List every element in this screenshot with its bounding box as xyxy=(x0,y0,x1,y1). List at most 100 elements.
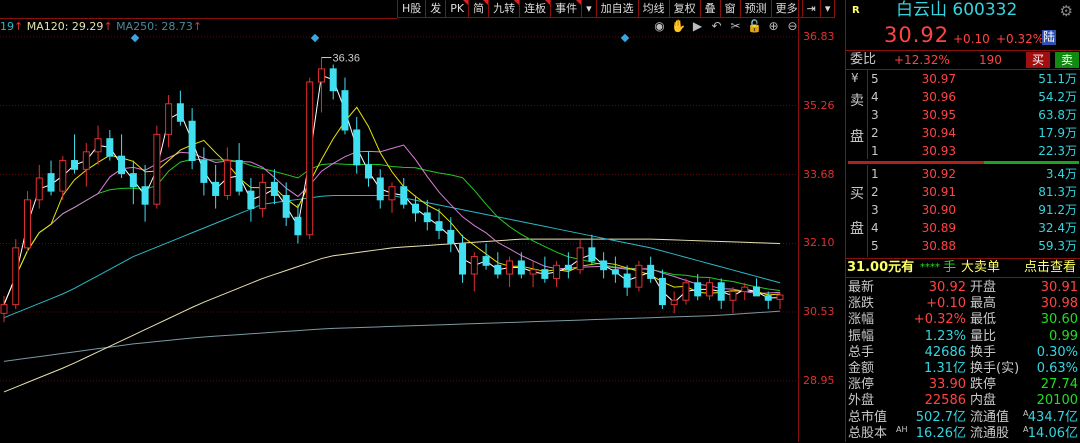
volume: 91.2万 xyxy=(1038,203,1077,217)
volume: 3.4万 xyxy=(1045,167,1077,181)
toolbar-button[interactable]: 复权 xyxy=(670,0,701,17)
candle-body xyxy=(317,68,325,83)
candle-body xyxy=(12,247,20,306)
y-tick-label: 35.26 xyxy=(803,98,835,112)
candle-body xyxy=(35,177,43,201)
candle-body xyxy=(247,190,255,210)
y-tick-label: 28.95 xyxy=(803,374,835,387)
weibi-label: 委比 xyxy=(850,52,877,67)
level: 4 xyxy=(871,90,879,104)
y-tick-label: 36.83 xyxy=(803,30,835,43)
stat-value: 16.26亿 xyxy=(915,425,966,441)
hand-icon[interactable]: ✋ xyxy=(671,19,686,33)
order-book-row: 3 30.90 91.2万 xyxy=(846,201,1080,219)
level: 5 xyxy=(871,72,879,86)
toolbar-button[interactable]: 事件 xyxy=(551,0,583,17)
big-order-hand: 手 xyxy=(943,260,957,275)
buy-button[interactable]: 买 xyxy=(1026,52,1050,68)
stat-row: 总股本 AH 16.26亿 流通股 A 14.06亿 xyxy=(846,425,1080,443)
candle-body xyxy=(647,264,655,279)
candle-body xyxy=(435,221,443,231)
up-arrow-icon: ↑ xyxy=(103,20,113,33)
event-marker-icon[interactable] xyxy=(310,33,320,43)
candlestick-chart[interactable]: 36.36 xyxy=(0,0,845,442)
lock-icon[interactable]: 🔓 xyxy=(747,19,762,33)
toolbar-button[interactable]: ▾ xyxy=(821,0,836,17)
volume: 81.3万 xyxy=(1038,185,1077,199)
big-order-row[interactable]: 31.00元有 **** 手 大卖单 点击查看 xyxy=(846,259,1080,277)
toolbar-button[interactable]: 连板 xyxy=(520,0,552,17)
toolbar-button[interactable]: 预测 xyxy=(741,0,772,17)
y-tick-label: 33.68 xyxy=(803,167,835,181)
toolbar-button[interactable]: H股 xyxy=(398,0,427,17)
level: 4 xyxy=(871,221,879,235)
candle-body xyxy=(423,212,431,223)
toolbar-button[interactable]: 叠 xyxy=(701,0,721,17)
candle-body xyxy=(670,299,678,306)
candle-body xyxy=(388,186,396,201)
view-link[interactable]: 点击查看 xyxy=(1024,259,1076,277)
price: 30.89 xyxy=(921,221,956,235)
play-icon[interactable]: ▶ xyxy=(690,19,705,33)
last-price: 30.92 xyxy=(884,23,950,47)
candle-body xyxy=(270,181,278,196)
volume: 63.8万 xyxy=(1038,108,1077,122)
candle-body xyxy=(412,203,420,214)
candle-body xyxy=(506,260,514,275)
toolbar-button[interactable]: 均线 xyxy=(639,0,670,17)
bid-ratio-bar xyxy=(984,161,1079,164)
stat-label: 流通股 xyxy=(970,425,1010,441)
toolbar-button[interactable]: 加自选 xyxy=(597,0,639,17)
order-book-row: 3 30.95 63.8万 xyxy=(846,106,1080,124)
weicha-value: 190 xyxy=(979,53,1002,67)
quote-panel: R 白云山 600332 ⚙ 30.92 +0.10 +0.32% 陆 委比 +… xyxy=(845,0,1080,442)
candle-body xyxy=(364,164,372,179)
sell-button[interactable]: 卖 xyxy=(1055,52,1079,68)
candle-body xyxy=(529,269,537,275)
axis-divider xyxy=(798,0,799,442)
candle-body xyxy=(694,282,702,297)
gear-icon[interactable]: ⚙ xyxy=(1060,2,1073,20)
candle-body xyxy=(165,103,173,135)
price-change-pct: +0.32% xyxy=(996,32,1045,46)
price: 30.90 xyxy=(921,203,956,217)
candle-body xyxy=(576,247,584,271)
candle-body xyxy=(776,294,784,300)
legend-partial: 19 xyxy=(0,20,14,33)
order-book-row: 1 30.93 22.3万 xyxy=(846,142,1080,160)
toolbar-button[interactable]: 简 xyxy=(469,0,490,17)
level: 5 xyxy=(871,239,879,253)
candle-body xyxy=(24,199,32,249)
toolbar-button[interactable]: ▾ xyxy=(582,0,597,17)
level: 3 xyxy=(871,108,879,122)
legend-ma120: MA120: 29.29 xyxy=(26,20,104,33)
eye-icon[interactable]: ◉ xyxy=(652,19,667,33)
order-book-row: 4 30.89 32.4万 xyxy=(846,219,1080,237)
y-tick-label: 32.10 xyxy=(803,236,835,250)
candle-body xyxy=(235,160,243,192)
candle-body xyxy=(553,264,561,279)
scissors-icon[interactable]: ✂ xyxy=(728,19,743,33)
candle-body xyxy=(658,277,666,306)
toolbar-button[interactable]: PK xyxy=(446,0,470,17)
price: 30.95 xyxy=(921,108,956,122)
volume: 22.3万 xyxy=(1038,144,1077,158)
toolbar-button[interactable]: 发 xyxy=(426,0,447,17)
zoom-in-icon[interactable]: ⊕ xyxy=(766,19,781,33)
toolbar-button[interactable]: ⇥ xyxy=(803,0,821,17)
candle-body xyxy=(611,269,619,275)
event-marker-icon[interactable] xyxy=(620,33,630,43)
volume: 17.9万 xyxy=(1038,126,1077,140)
order-book-row: 2 30.94 17.9万 xyxy=(846,124,1080,142)
toolbar-button[interactable]: 九转 xyxy=(489,0,521,17)
level: 3 xyxy=(871,203,879,217)
candle-body xyxy=(223,160,231,196)
undo-icon[interactable]: ↶ xyxy=(709,19,724,33)
ask-ratio-bar xyxy=(848,161,984,164)
stat-label: 总股本 xyxy=(848,425,888,441)
event-marker-icon[interactable] xyxy=(130,33,140,43)
candle-body xyxy=(564,264,572,271)
ma120-line xyxy=(3,238,781,393)
toolbar-button[interactable]: 窗 xyxy=(721,0,741,17)
price: 30.97 xyxy=(921,72,956,86)
